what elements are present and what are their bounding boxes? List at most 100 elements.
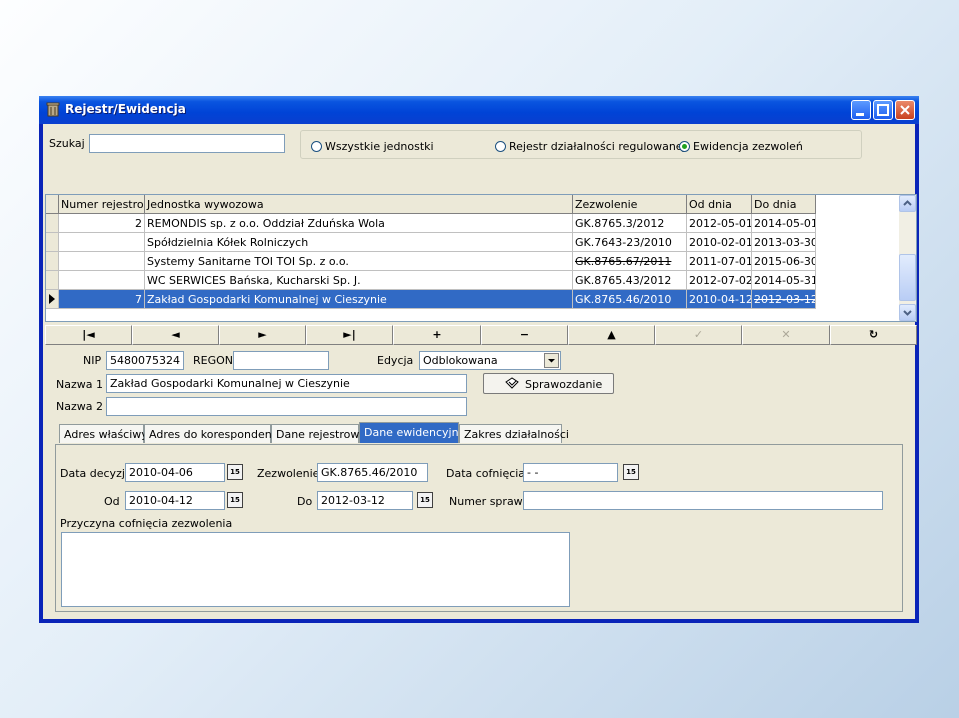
last-record-button[interactable]: ►|: [306, 325, 393, 345]
header-permit[interactable]: Zezwolenie: [573, 195, 687, 214]
row-indicator: [46, 233, 59, 252]
nazwa2-label: Nazwa 2: [56, 400, 103, 413]
tab-address[interactable]: Adres właściwy: [59, 424, 148, 443]
radio-register[interactable]: [495, 141, 506, 152]
cell-unit[interactable]: REMONDIS sp. z o.o. Oddział Zduńska Wola: [145, 214, 573, 233]
current-row-arrow-icon: [49, 294, 55, 304]
from-date-field[interactable]: 2010-04-12: [125, 491, 225, 510]
cell-unit[interactable]: Zakład Gospodarki Komunalnej w Cieszynie: [145, 290, 573, 309]
to-date-field[interactable]: 2012-03-12: [317, 491, 413, 510]
tab-registration[interactable]: Dane rejestrowe: [271, 424, 366, 443]
title-bar[interactable]: Rejestr/Ewidencja: [39, 96, 919, 124]
cell-permit[interactable]: GK.8765.3/2012: [573, 214, 687, 233]
records-panel: Data decyzji 2010-04-06 15 Zezwolenie GK…: [55, 444, 903, 612]
cell-to[interactable]: 2013-03-30: [752, 233, 816, 252]
decision-date-field[interactable]: 2010-04-06: [125, 463, 225, 482]
nip-field[interactable]: 5480075324: [106, 351, 184, 370]
radio-all-units-label[interactable]: Wszystkie jednostki: [325, 140, 434, 153]
radio-all-units[interactable]: [311, 141, 322, 152]
nazwa2-field[interactable]: [106, 397, 467, 416]
nip-label: NIP: [83, 354, 102, 367]
next-record-button[interactable]: ►: [219, 325, 306, 345]
post-record-button[interactable]: ✓: [655, 325, 742, 345]
header-unit[interactable]: Jednostka wywozowa: [145, 195, 573, 214]
first-record-button[interactable]: |◄: [45, 325, 132, 345]
scroll-up-button[interactable]: [899, 195, 916, 212]
cell-permit[interactable]: GK.7643-23/2010: [573, 233, 687, 252]
withdraw-date-label: Data cofnięcia: [446, 467, 526, 480]
cell-number[interactable]: [59, 233, 145, 252]
cell-number[interactable]: [59, 271, 145, 290]
cell-to[interactable]: 2012-03-12: [752, 290, 816, 309]
radio-permits[interactable]: [679, 141, 690, 152]
cell-permit[interactable]: GK.8765.67/2011: [573, 252, 687, 271]
case-number-field[interactable]: [523, 491, 883, 510]
chevron-down-icon: [903, 310, 912, 316]
cell-to[interactable]: 2014-05-01: [752, 214, 816, 233]
refresh-button[interactable]: ↻: [830, 325, 917, 345]
tab-scope[interactable]: Zakres działalności: [459, 424, 569, 443]
cell-to[interactable]: 2014-05-31: [752, 271, 816, 290]
window-title: Rejestr/Ewidencja: [65, 102, 186, 116]
cell-number[interactable]: 2: [59, 214, 145, 233]
report-button-label: Sprawozdanie: [525, 378, 603, 391]
window-client: Szukaj Wszystkie jednostki Rejestr dział…: [43, 124, 917, 619]
from-label: Od: [104, 495, 120, 508]
prior-record-button[interactable]: ◄: [132, 325, 219, 345]
minimize-button[interactable]: [851, 100, 871, 120]
radio-register-label[interactable]: Rejestr działalności regulowanej: [509, 140, 686, 153]
cell-unit[interactable]: Spółdzielnia Kółek Rolniczych: [145, 233, 573, 252]
cell-unit[interactable]: WC SERWICES Bańska, Kucharski Sp. J.: [145, 271, 573, 290]
trash-bin-icon: [46, 102, 60, 117]
maximize-button[interactable]: [873, 100, 893, 120]
reason-label: Przyczyna cofnięcia zezwolenia: [60, 517, 233, 530]
calendar-icon[interactable]: 15: [227, 492, 243, 508]
cell-unit[interactable]: Systemy Sanitarne TOI TOI Sp. z o.o.: [145, 252, 573, 271]
radio-permits-label[interactable]: Ewidencja zezwoleń: [693, 140, 803, 153]
insert-record-button[interactable]: +: [393, 325, 481, 345]
chevron-down-icon: [548, 359, 555, 363]
calendar-icon[interactable]: 15: [623, 464, 639, 480]
close-icon: [900, 105, 910, 115]
header-number[interactable]: Numer rejestrowy: [59, 195, 145, 214]
regon-field[interactable]: [233, 351, 329, 370]
header-indicator: [46, 195, 59, 214]
row-indicator: [46, 271, 59, 290]
scroll-thumb[interactable]: [899, 254, 916, 301]
cell-from[interactable]: 2012-05-01: [687, 214, 752, 233]
tab-records[interactable]: Dane ewidencyjne: [359, 422, 465, 443]
withdraw-date-field[interactable]: - -: [523, 463, 618, 482]
edit-record-button[interactable]: ▲: [568, 325, 655, 345]
dropdown-button[interactable]: [544, 353, 559, 368]
tab-correspondence[interactable]: Adres do korespondencji: [144, 424, 284, 443]
close-button[interactable]: [895, 100, 915, 120]
cell-from[interactable]: 2012-07-02: [687, 271, 752, 290]
nazwa1-field[interactable]: Zakład Gospodarki Komunalnej w Cieszynie: [106, 374, 467, 393]
cell-from[interactable]: 2010-02-01: [687, 233, 752, 252]
row-indicator: [46, 214, 59, 233]
main-window: Rejestr/Ewidencja Szukaj Wszystkie jedno…: [39, 96, 919, 623]
permit-label: Zezwolenie: [257, 467, 320, 480]
search-input[interactable]: [89, 134, 285, 153]
report-button[interactable]: Sprawozdanie: [483, 373, 614, 394]
scroll-down-button[interactable]: [899, 304, 916, 321]
records-grid[interactable]: Numer rejestrowy Jednostka wywozowa Zezw…: [45, 194, 917, 322]
edycja-select[interactable]: Odblokowana: [419, 351, 561, 370]
cell-from[interactable]: 2011-07-01: [687, 252, 752, 271]
regon-label: REGON: [193, 354, 234, 367]
cell-number[interactable]: 7: [59, 290, 145, 309]
header-from[interactable]: Od dnia: [687, 195, 752, 214]
calendar-icon[interactable]: 15: [417, 492, 433, 508]
delete-record-button[interactable]: −: [481, 325, 568, 345]
cell-to[interactable]: 2015-06-30: [752, 252, 816, 271]
reason-textarea[interactable]: [61, 532, 570, 607]
calendar-icon[interactable]: 15: [227, 464, 243, 480]
grid-scrollbar[interactable]: [899, 195, 916, 321]
permit-field[interactable]: GK.8765.46/2010: [317, 463, 428, 482]
header-to[interactable]: Do dnia: [752, 195, 816, 214]
cell-from[interactable]: 2010-04-12: [687, 290, 752, 309]
cancel-edit-button[interactable]: ✕: [742, 325, 830, 345]
cell-permit[interactable]: GK.8765.46/2010: [573, 290, 687, 309]
cell-permit[interactable]: GK.8765.43/2012: [573, 271, 687, 290]
cell-number[interactable]: [59, 252, 145, 271]
